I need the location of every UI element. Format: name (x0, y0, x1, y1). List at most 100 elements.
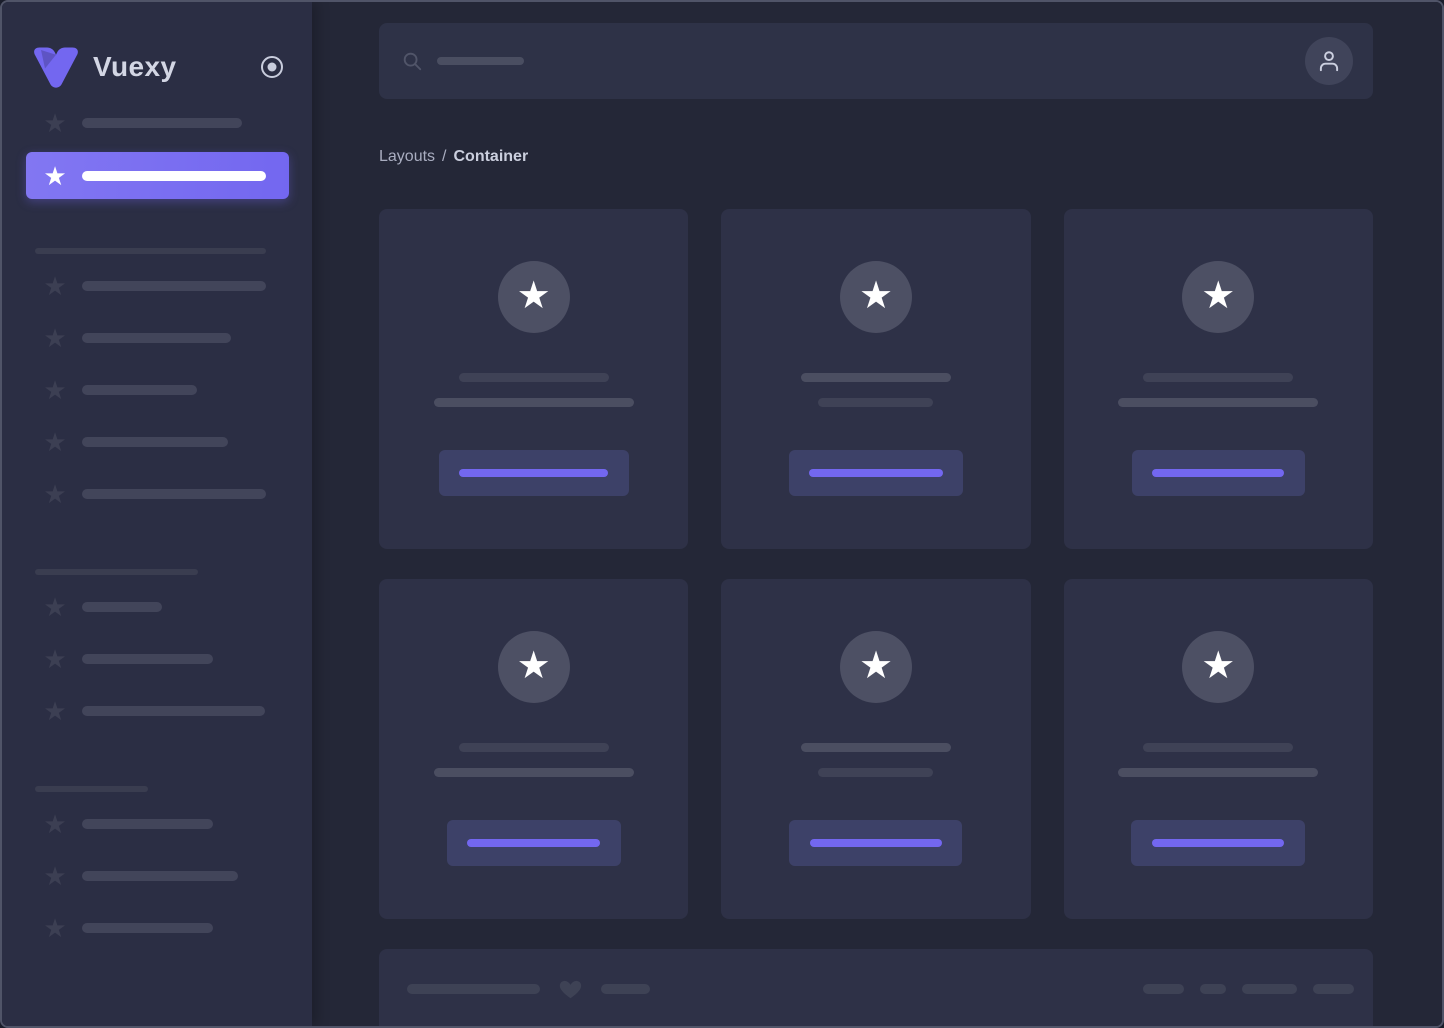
card-button[interactable] (438, 450, 629, 496)
card-subtitle-placeholder (1118, 768, 1319, 777)
bottom-card-action-placeholder (1143, 984, 1184, 994)
vuexy-logo-icon (32, 46, 80, 88)
card: ★ (1063, 209, 1373, 549)
card-avatar-circle: ★ (839, 261, 912, 333)
star-icon: ★ (1201, 275, 1236, 317)
nav-item-label-placeholder (82, 437, 228, 447)
button-label-placeholder (459, 469, 609, 477)
bottom-card-action-placeholder (1200, 984, 1226, 994)
card-title-placeholder (1143, 373, 1294, 382)
nav-item[interactable]: ★ (2, 902, 312, 954)
top-navbar (379, 23, 1373, 99)
nav-item[interactable]: ★ (2, 97, 312, 149)
star-icon: ★ (43, 479, 67, 509)
card-subtitle-placeholder (818, 768, 934, 777)
card-title-placeholder (458, 743, 609, 752)
bottom-card-action-placeholder (1313, 984, 1354, 994)
card-grid: ★ ★ ★ ★ ★ ★ (379, 209, 1373, 919)
search-icon[interactable] (401, 50, 423, 72)
nav-item[interactable]: ★ (2, 260, 312, 312)
card-avatar-circle: ★ (839, 631, 912, 703)
bottom-card-text-placeholder (601, 984, 650, 994)
button-label-placeholder (1152, 839, 1285, 847)
star-icon: ★ (43, 375, 67, 405)
card-subtitle-placeholder (1118, 398, 1319, 407)
card-button[interactable] (789, 820, 963, 866)
nav-item[interactable]: ★ (2, 581, 312, 633)
app-window: Vuexy ★ ★ ★ ★ ★ ★ ★ ★ ★ ★ ★ ★ ★ Layouts … (0, 0, 1444, 1028)
card-title-placeholder (800, 373, 951, 382)
user-avatar[interactable] (1305, 37, 1353, 85)
brand-name: Vuexy (93, 50, 177, 82)
nav-item[interactable]: ★ (2, 685, 312, 737)
nav-item-label-placeholder (82, 281, 266, 291)
nav-section-heading-placeholder (35, 786, 148, 792)
heart-icon[interactable] (558, 977, 583, 1001)
card-button[interactable] (788, 450, 963, 496)
sidebar-nav: ★ ★ ★ ★ ★ ★ ★ ★ ★ ★ ★ ★ ★ (2, 97, 312, 954)
star-icon: ★ (43, 644, 67, 674)
card-title-placeholder (800, 743, 951, 752)
star-icon: ★ (43, 913, 67, 943)
search-input-placeholder-bar[interactable] (437, 57, 524, 65)
star-icon: ★ (43, 160, 67, 191)
card-subtitle-placeholder (433, 768, 634, 777)
star-icon: ★ (43, 809, 67, 839)
nav-item-label-placeholder (82, 602, 162, 612)
card: ★ (721, 209, 1031, 549)
button-label-placeholder (467, 839, 601, 847)
card: ★ (379, 209, 689, 549)
card-subtitle-placeholder (818, 398, 934, 407)
star-icon: ★ (43, 323, 67, 353)
star-icon: ★ (43, 271, 67, 301)
card-title-placeholder (1143, 743, 1294, 752)
nav-item[interactable]: ★ (2, 364, 312, 416)
nav-item[interactable]: ★ (2, 798, 312, 850)
bottom-card (379, 949, 1373, 1026)
nav-item-label-placeholder (82, 819, 213, 829)
star-icon: ★ (43, 108, 67, 138)
breadcrumb-separator: / (442, 148, 447, 165)
card: ★ (721, 579, 1031, 919)
button-label-placeholder (809, 839, 942, 847)
card-subtitle-placeholder (433, 398, 634, 407)
card-button[interactable] (1131, 450, 1305, 496)
nav-item[interactable]: ★ (2, 850, 312, 902)
card-avatar-circle: ★ (1182, 261, 1255, 333)
nav-item[interactable]: ★ (2, 416, 312, 468)
nav-item-label-placeholder (82, 923, 213, 933)
card-title-placeholder (458, 373, 609, 382)
breadcrumb-parent[interactable]: Layouts (379, 148, 435, 166)
star-icon: ★ (43, 592, 67, 622)
card-button[interactable] (1131, 820, 1306, 866)
button-label-placeholder (808, 469, 943, 477)
bottom-card-action-placeholder (1242, 984, 1297, 994)
nav-item[interactable]: ★ (2, 312, 312, 364)
nav-item-label-placeholder (82, 385, 197, 395)
card-button[interactable] (446, 820, 621, 866)
card: ★ (1063, 579, 1373, 919)
nav-item-label-placeholder (82, 489, 266, 499)
sidebar-header: Vuexy (2, 2, 312, 97)
card-avatar-circle: ★ (1182, 631, 1255, 703)
bottom-card-text-placeholder (407, 984, 540, 994)
nav-item-active[interactable]: ★ (26, 152, 289, 199)
star-icon: ★ (858, 275, 894, 317)
star-icon: ★ (43, 696, 67, 726)
star-icon: ★ (1201, 645, 1236, 687)
nav-section-heading-placeholder (35, 248, 266, 254)
sidebar: Vuexy ★ ★ ★ ★ ★ ★ ★ ★ ★ ★ ★ ★ ★ (2, 2, 312, 1026)
card: ★ (379, 579, 689, 919)
nav-item[interactable]: ★ (2, 468, 312, 520)
menu-pin-toggle-icon[interactable] (260, 55, 284, 79)
user-icon (1319, 51, 1339, 72)
button-label-placeholder (1152, 469, 1285, 477)
nav-item-label-placeholder (82, 706, 265, 716)
nav-section-heading-placeholder (35, 569, 198, 575)
main-area: Layouts / Container ★ ★ ★ ★ ★ ★ (312, 2, 1442, 1026)
star-icon: ★ (858, 645, 894, 687)
breadcrumb-current: Container (453, 148, 529, 165)
star-icon: ★ (516, 275, 551, 317)
star-icon: ★ (43, 861, 67, 891)
nav-item[interactable]: ★ (2, 633, 312, 685)
